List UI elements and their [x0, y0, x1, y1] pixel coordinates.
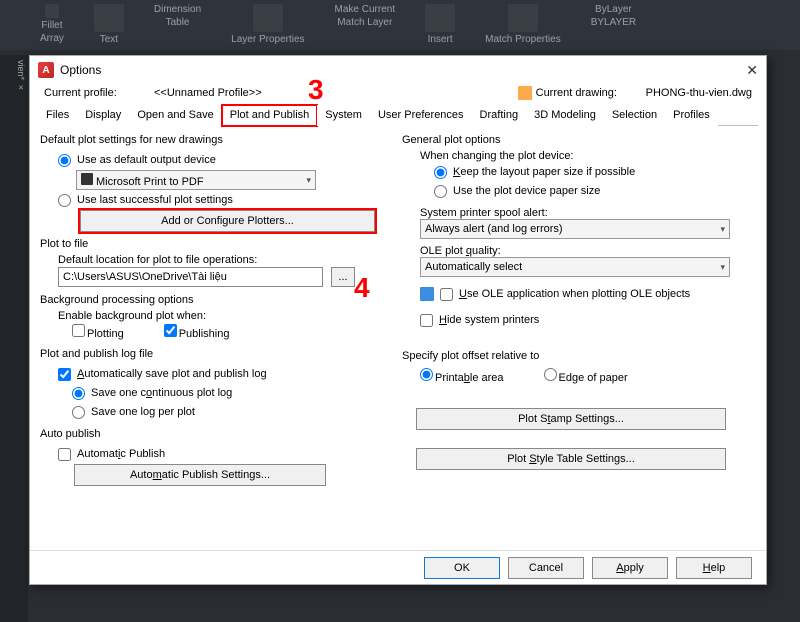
dialog-title: Options [60, 63, 746, 77]
tab-system[interactable]: System [317, 105, 370, 126]
checkbox-publishing-label: Publishing [179, 328, 230, 340]
titlebar: A Options ✕ [30, 56, 766, 84]
tab-files[interactable]: Files [38, 105, 77, 126]
spool-alert-dropdown[interactable]: Always alert (and log errors)▾ [420, 219, 730, 239]
radio-default-device-label: Use as default output device [77, 154, 216, 166]
group-bg-processing: Background processing options [40, 294, 394, 306]
radio-one-per-plot-label: Save one log per plot [91, 406, 195, 418]
group-plot-offset: Specify plot offset relative to [402, 350, 756, 362]
group-default-plot: Default plot settings for new drawings [40, 134, 394, 146]
options-dialog: A Options ✕ Current profile: <<Unnamed P… [29, 55, 767, 585]
profile-row: Current profile: <<Unnamed Profile>> Cur… [30, 84, 766, 104]
plot-stamp-settings-button[interactable]: Plot Stamp Settings... [416, 408, 726, 430]
radio-last-success-label: Use last successful plot settings [77, 194, 233, 206]
plot-style-table-settings-button[interactable]: Plot Style Table Settings... [416, 448, 726, 470]
current-drawing-label: Current drawing: [536, 87, 646, 99]
tab-drafting[interactable]: Drafting [472, 105, 527, 126]
browse-button[interactable]: ... [331, 267, 355, 287]
plot-file-path[interactable]: C:\Users\ASUS\OneDrive\Tài liệu [58, 267, 323, 287]
tab-strip: Files Display Open and Save Plot and Pub… [38, 104, 758, 126]
help-button[interactable]: Help [676, 557, 752, 579]
change-device-sub: When changing the plot device: [420, 150, 756, 162]
drawing-icon [518, 86, 532, 100]
current-profile-label: Current profile: [44, 87, 154, 99]
tab-selection[interactable]: Selection [604, 105, 665, 126]
printer-icon [81, 173, 93, 185]
checkbox-publishing[interactable] [164, 324, 177, 337]
group-general-plot: General plot options [402, 134, 756, 146]
radio-printable-area-label: Printable area [435, 372, 504, 384]
radio-one-continuous-label: Save one continuous plot log [91, 387, 232, 399]
checkbox-auto-log[interactable] [58, 368, 71, 381]
app-ribbon: FilletArray Text DimensionTable Layer Pr… [0, 0, 800, 50]
right-column: General plot options When changing the p… [402, 132, 756, 548]
ok-button[interactable]: OK [424, 557, 500, 579]
checkbox-plotting-label: Plotting [87, 328, 124, 340]
ole-quality-label: OLE plot quality: [420, 245, 756, 257]
autocad-logo-icon: A [38, 62, 54, 78]
spool-alert-label: System printer spool alert: [420, 207, 756, 219]
checkbox-hide-printers-label: Hide system printers [439, 314, 539, 326]
apply-button[interactable]: Apply [592, 557, 668, 579]
radio-last-success[interactable] [58, 194, 71, 207]
left-column: Default plot settings for new drawings U… [40, 132, 394, 548]
tab-profiles[interactable]: Profiles [665, 105, 718, 126]
radio-edge-of-paper-label: Edge of paper [559, 372, 628, 384]
tab-display[interactable]: Display [77, 105, 129, 126]
tab-3d-modeling[interactable]: 3D Modeling [526, 105, 604, 126]
chevron-down-icon: ▾ [306, 175, 311, 186]
group-log-file: Plot and publish log file [40, 348, 394, 360]
group-plot-to-file: Plot to file [40, 238, 394, 250]
radio-default-device[interactable] [58, 154, 71, 167]
radio-use-device-label: Use the plot device paper size [453, 185, 600, 197]
tab-open-and-save[interactable]: Open and Save [129, 105, 221, 126]
dialog-footer: OK Cancel Apply Help [30, 550, 766, 584]
ole-quality-dropdown[interactable]: Automatically select▾ [420, 257, 730, 277]
checkbox-auto-publish[interactable] [58, 448, 71, 461]
bg-processing-sub: Enable background plot when: [58, 310, 394, 322]
radio-one-per-plot[interactable] [72, 406, 85, 419]
group-auto-publish: Auto publish [40, 428, 394, 440]
checkbox-plotting[interactable] [72, 324, 85, 337]
radio-one-continuous[interactable] [72, 387, 85, 400]
radio-use-device[interactable] [434, 185, 447, 198]
chevron-down-icon: ▾ [720, 224, 725, 235]
radio-keep-layout-label: Keep the layout paper size if possible [453, 166, 635, 178]
checkbox-ole-app[interactable] [440, 288, 453, 301]
cancel-button[interactable]: Cancel [508, 557, 584, 579]
radio-edge-of-paper[interactable] [544, 368, 557, 381]
checkbox-ole-app-label: Use OLE application when plotting OLE ob… [459, 288, 690, 300]
auto-publish-settings-button[interactable]: Automatic Publish Settings... [74, 464, 326, 486]
tab-plot-and-publish[interactable]: Plot and Publish [222, 105, 318, 126]
checkbox-auto-log-label: Automatically save plot and publish log [77, 368, 267, 380]
checkbox-auto-publish-label: Automatic Publish [77, 448, 165, 460]
ole-icon [420, 287, 434, 301]
side-tab: vien* × [0, 55, 28, 622]
plot-file-sub: Default location for plot to file operat… [58, 254, 394, 266]
checkbox-hide-printers[interactable] [420, 314, 433, 327]
radio-printable-area[interactable] [420, 368, 433, 381]
radio-keep-layout[interactable] [434, 166, 447, 179]
device-dropdown[interactable]: Microsoft Print to PDF ▾ [76, 170, 316, 190]
chevron-down-icon: ▾ [720, 262, 725, 273]
current-profile-value: <<Unnamed Profile>> [154, 87, 354, 99]
add-configure-plotters-button[interactable]: Add or Configure Plotters... [80, 210, 375, 232]
current-drawing-value: PHONG-thu-vien.dwg [646, 87, 752, 99]
close-icon[interactable]: ✕ [746, 62, 758, 79]
tab-user-preferences[interactable]: User Preferences [370, 105, 472, 126]
